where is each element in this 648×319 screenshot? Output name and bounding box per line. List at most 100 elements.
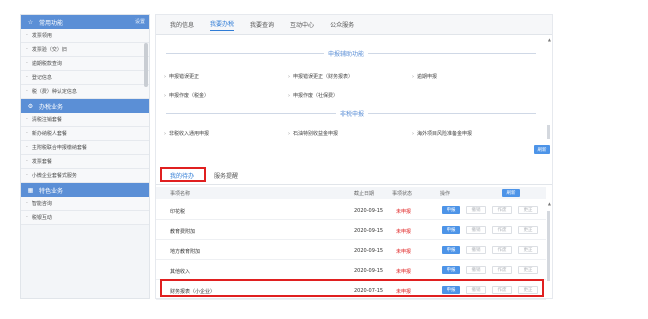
- tab-interaction[interactable]: 互动中心: [290, 20, 314, 29]
- sidebar-item[interactable]: · 逾期税款查询: [21, 57, 149, 71]
- item-name: 地方教育附加: [170, 249, 201, 255]
- highlight-box-todo-tab: [160, 167, 206, 182]
- tab-my-info[interactable]: 我的信息: [170, 20, 194, 29]
- void-button[interactable]: 作废: [492, 206, 512, 214]
- chevron-right-icon: ›: [164, 131, 166, 137]
- sidebar-item[interactable]: · 清税注销套餐: [21, 113, 149, 127]
- refresh-button-upper[interactable]: 刷新: [534, 145, 550, 154]
- link-oil-levy[interactable]: › 石油特别收益金申报: [288, 130, 338, 137]
- column-header: 操作: [440, 191, 451, 197]
- todo-tabs: 我的待办 服务提醒: [156, 165, 552, 185]
- sidebar-item-label: 逾期税款查询: [31, 61, 62, 67]
- revoke-button[interactable]: 撤销: [466, 226, 486, 234]
- sidebar-item[interactable]: · 发票验（交）旧: [21, 43, 149, 57]
- scroll-up-arrow-icon[interactable]: ▲: [548, 37, 551, 42]
- settings-link[interactable]: 设置: [135, 18, 145, 25]
- tab-service-reminder[interactable]: 服务提醒: [214, 171, 238, 180]
- sidebar-item-label: 清税注销套餐: [31, 117, 62, 123]
- deadline: 2020-09-15: [354, 248, 384, 254]
- link-declaration-correction-financial[interactable]: › 申报错误更正（财务报表）: [288, 73, 353, 80]
- chevron-right-icon: ›: [412, 74, 414, 80]
- column-header: 事项名称: [170, 191, 191, 197]
- declare-button[interactable]: 申报: [442, 266, 460, 274]
- correct-button[interactable]: 更正: [518, 266, 538, 274]
- table-row: 教育费附加 2020-09-15 未申报 申报 撤销 作废 更正: [156, 221, 546, 240]
- sidebar-item[interactable]: · 发票套餐: [21, 155, 149, 169]
- bullet-icon: ·: [26, 32, 28, 39]
- chevron-right-icon: ›: [164, 93, 166, 99]
- refresh-button-table[interactable]: 刷新: [502, 189, 520, 197]
- declare-button[interactable]: 申报: [442, 226, 460, 234]
- sidebar-item-label: 发票领用: [31, 33, 52, 39]
- tab-tax-handling[interactable]: 我要办税: [210, 19, 235, 31]
- revoke-button[interactable]: 撤销: [466, 206, 486, 214]
- sidebar-header-special[interactable]: ▦ 特色业务: [21, 183, 149, 197]
- sidebar-item-label: 发票验（交）旧: [31, 47, 67, 53]
- link-void-tax[interactable]: › 申报作废（税金）: [164, 92, 209, 99]
- declare-button[interactable]: 申报: [442, 206, 460, 214]
- page: ☆ 常用功能 设置 · 发票领用 · 发票验（交）旧 · 逾期税款查询 · 登记信息 ·…: [0, 0, 648, 319]
- correct-button[interactable]: 更正: [518, 246, 538, 254]
- highlight-box-financial-report-row: [160, 279, 544, 297]
- bullet-icon: ·: [26, 116, 28, 123]
- link-label: 申报错误更正: [169, 74, 200, 80]
- revoke-button[interactable]: 撤销: [466, 266, 486, 274]
- link-label: 申报作废（税金）: [169, 93, 210, 99]
- sidebar-item[interactable]: · 主附税联合申报缴纳套餐: [21, 141, 149, 155]
- sidebar-item[interactable]: · 新办纳税人套餐: [21, 127, 149, 141]
- main-panel: 我的信息 我要办税 我要查询 互动中心 公众服务 申报辅助功能 › 申报错误更正 …: [155, 14, 553, 300]
- sidebar: ☆ 常用功能 设置 · 发票领用 · 发票验（交）旧 · 逾期税款查询 · 登记信息 ·…: [20, 14, 150, 299]
- void-button[interactable]: 作废: [492, 226, 512, 234]
- sidebar-item[interactable]: · 税（费）种认定信息: [21, 85, 149, 99]
- bullet-icon: ·: [26, 144, 28, 151]
- sidebar-scrollbar[interactable]: [144, 43, 148, 87]
- sidebar-item[interactable]: · 小微企业套餐式服务: [21, 169, 149, 183]
- bullet-icon: ·: [26, 74, 28, 81]
- bullet-icon: ·: [26, 88, 28, 95]
- sidebar-item[interactable]: · 登记信息: [21, 71, 149, 85]
- void-button[interactable]: 作废: [492, 246, 512, 254]
- deadline: 2020-09-15: [354, 208, 384, 214]
- upper-scrollbar[interactable]: [547, 125, 550, 139]
- link-void-social[interactable]: › 申报作废（社保费）: [288, 92, 338, 99]
- chevron-right-icon: ›: [288, 74, 290, 80]
- declare-button[interactable]: 申报: [442, 246, 460, 254]
- tab-query[interactable]: 我要查询: [250, 20, 274, 29]
- scroll-up-arrow-icon[interactable]: ▲: [548, 201, 551, 206]
- correct-button[interactable]: 更正: [518, 226, 538, 234]
- status-text: 未申报: [396, 249, 412, 255]
- item-name: 其他收入: [170, 269, 191, 275]
- link-label: 申报错误更正（财务报表）: [293, 74, 354, 80]
- column-header: 事项状态: [392, 191, 413, 197]
- link-nontax-general[interactable]: › 非税收入通用申报: [164, 130, 209, 137]
- item-name: 教育费附加: [170, 229, 196, 235]
- sidebar-header-tax[interactable]: ⚙ 办税业务: [21, 99, 149, 113]
- table-row: 地方教育附加 2020-09-15 未申报 申报 撤销 作废 更正: [156, 241, 546, 260]
- column-header: 截止日期: [354, 191, 375, 197]
- main-tabs: 我的信息 我要办税 我要查询 互动中心 公众服务: [156, 15, 552, 35]
- revoke-button[interactable]: 撤销: [466, 246, 486, 254]
- link-label: 逾期申报: [417, 74, 438, 80]
- sidebar-item[interactable]: · 发票领用: [21, 29, 149, 43]
- sidebar-item[interactable]: · 智能咨询: [21, 197, 149, 211]
- link-declaration-correction[interactable]: › 申报错误更正: [164, 73, 199, 80]
- sidebar-header-common[interactable]: ☆ 常用功能 设置: [21, 15, 149, 29]
- correct-button[interactable]: 更正: [518, 206, 538, 214]
- void-button[interactable]: 作废: [492, 266, 512, 274]
- link-overseas-reserve[interactable]: › 海外项目风险准备金申报: [412, 130, 472, 137]
- sidebar-item-label: 税（费）种认定信息: [31, 89, 77, 95]
- sidebar-item-label: 小微企业套餐式服务: [31, 173, 77, 179]
- tab-public-service[interactable]: 公众服务: [330, 20, 354, 29]
- table-row: 其他收入 2020-09-15 未申报 申报 撤销 作废 更正: [156, 261, 546, 280]
- link-label: 申报作废（社保费）: [293, 93, 339, 99]
- lower-scrollbar[interactable]: [547, 211, 550, 281]
- todo-panel: 我的待办 服务提醒 事项名称 截止日期 事项状态 操作 刷新 印花税 2020-…: [156, 165, 552, 300]
- sidebar-item[interactable]: · 税银互动: [21, 211, 149, 225]
- deadline: 2020-09-15: [354, 228, 384, 234]
- sidebar-header-label: 办税业务: [39, 103, 64, 111]
- section-title-nontax: 非税申报: [336, 109, 369, 118]
- bullet-icon: ·: [26, 158, 28, 165]
- link-label: 海外项目风险准备金申报: [417, 131, 473, 137]
- link-overdue-declaration[interactable]: › 逾期申报: [412, 73, 437, 80]
- sidebar-header-label: 特色业务: [39, 187, 64, 195]
